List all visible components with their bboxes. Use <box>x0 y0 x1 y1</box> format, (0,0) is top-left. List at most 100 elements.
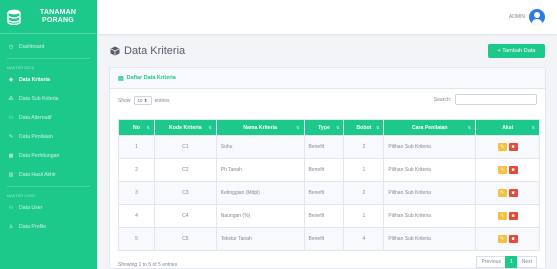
cell-aksi: ✎ ■ <box>475 181 540 205</box>
delete-button[interactable]: ■ <box>508 235 518 243</box>
dashboard-icon: ◷ <box>8 43 14 50</box>
page-title-text: Data Kriteria <box>124 45 186 57</box>
next-page-button[interactable]: Next <box>516 256 537 268</box>
column-header-type[interactable]: Type ⇅ <box>303 119 345 136</box>
edit-button[interactable]: ✎ <box>497 235 507 243</box>
cell-type: Benefit <box>303 135 345 159</box>
card-header: ▤ Daftar Data Kriteria <box>110 68 545 89</box>
page-title: Data Kriteria <box>110 45 185 57</box>
sidebar-item-data-user[interactable]: ⚇ Data User <box>0 198 97 217</box>
column-header-aksi[interactable]: Aksi ⇅ <box>475 119 540 136</box>
cell-nama: Naungan (%) <box>215 204 305 228</box>
sidebar-item-data-profile[interactable]: ♙ Data Profile <box>0 217 97 236</box>
cell-kode: C5 <box>153 227 217 251</box>
sidebar: TANAMAN PORANG ◷ Dashboard MASTER DATA ◈… <box>0 0 97 269</box>
sidebar-item-dashboard[interactable]: ◷ Dashboard <box>0 37 97 56</box>
delete-button[interactable]: ■ <box>508 189 518 197</box>
sort-icon: ⇅ <box>336 125 340 130</box>
brand[interactable]: TANAMAN PORANG <box>0 0 97 34</box>
column-header-kode[interactable]: Kode Kriteria ⇅ <box>153 119 217 136</box>
sort-icon: ⇅ <box>208 125 212 130</box>
cell-aksi: ✎ ■ <box>475 158 540 182</box>
delete-button[interactable]: ■ <box>508 212 518 220</box>
edit-button[interactable]: ✎ <box>497 143 507 151</box>
add-data-button[interactable]: + Tambah Data <box>488 44 545 58</box>
table-header-row: No ⇅ Kode Kriteria ⇅ Nama Kriteria ⇅ Type ⇅ … <box>118 119 540 136</box>
column-header-nama[interactable]: Nama Kriteria ⇅ <box>215 119 305 136</box>
cube-icon: ◈ <box>9 76 13 83</box>
edit-button[interactable]: ✎ <box>497 189 507 197</box>
sidebar-item-data-alternatif[interactable]: ⚇ Data Alternatif <box>0 108 97 127</box>
previous-page-button[interactable]: Previous <box>476 256 506 268</box>
table-info: Showing 1 to 5 of 5 entries <box>118 262 178 268</box>
sidebar-item-label: Data User <box>19 204 43 211</box>
delete-button[interactable]: ■ <box>508 166 518 174</box>
users-icon: ⚇ <box>8 114 14 121</box>
table-controls: Show 10 ⬍ entries Search: <box>110 89 545 111</box>
sort-icon: ⇅ <box>467 125 472 130</box>
edit-button[interactable]: ✎ <box>497 212 507 220</box>
sidebar-item-label: Data Penilaian <box>19 133 53 140</box>
sidebar-item-data-kriteria[interactable]: ◈ Data Kriteria <box>0 70 97 89</box>
cell-no: 3 <box>118 181 155 205</box>
sidebar-item-data-perhitungan[interactable]: ▦ Data Perhitungan <box>0 146 97 165</box>
cell-bobot: 1 <box>343 158 385 182</box>
cell-type: Benefit <box>303 227 345 251</box>
sidebar-item-label: Dashboard <box>19 43 45 50</box>
delete-button[interactable]: ■ <box>508 143 518 151</box>
cell-no: 1 <box>118 135 155 159</box>
search-input[interactable] <box>455 94 537 105</box>
entries-select[interactable]: 10 ⬍ <box>133 96 152 105</box>
trash-icon: ■ <box>511 144 515 150</box>
column-header-label: Bobot <box>356 124 372 131</box>
user-icon: ♙ <box>8 223 14 230</box>
cell-nama: Ketinggian (Mdpl) <box>215 181 305 205</box>
user-menu[interactable]: ADMIN <box>509 9 545 25</box>
cell-kode: C2 <box>153 158 217 182</box>
edit-icon: ✎ <box>499 190 505 196</box>
cell-cara: Pilihan Sub Kriteria <box>383 227 477 251</box>
cell-nama: Tekstur Tanah <box>215 227 305 251</box>
sidebar-item-label: Data Kriteria <box>19 76 50 83</box>
sidebar-item-label: Data Perhitungan <box>19 152 60 159</box>
sidebar-item-data-penilaian[interactable]: ✎ Data Penilaian <box>0 127 97 146</box>
entries-label: entries <box>154 97 170 104</box>
entries-select-value: 10 <box>137 98 143 103</box>
table-row: 1 C1 Suhu Benefit 2 Pilihan Sub Kriteria… <box>118 135 540 159</box>
cubes-icon: ⁂ <box>8 95 14 102</box>
sort-icon: ⇅ <box>376 125 380 130</box>
cell-no: 2 <box>118 158 155 182</box>
cell-bobot: 4 <box>343 227 385 251</box>
cell-aksi: ✎ ■ <box>475 204 540 228</box>
table-row: 2 C2 Ph Tanah Benefit 1 Pilihan Sub Krit… <box>118 158 540 182</box>
user-name: ADMIN <box>508 14 525 20</box>
edit-button[interactable]: ✎ <box>497 166 507 174</box>
trash-icon: ■ <box>511 190 515 196</box>
cell-aksi: ✎ ■ <box>475 227 540 251</box>
column-header-no[interactable]: No ⇅ <box>118 119 155 136</box>
pagination: Previous 1 Next <box>476 256 537 268</box>
brand-line-1: TANAMAN <box>39 8 77 16</box>
column-header-label: Aksi <box>502 124 514 131</box>
cell-aksi: ✎ ■ <box>475 135 540 159</box>
column-header-label: Type <box>318 124 330 131</box>
edit-icon: ✎ <box>499 213 505 219</box>
column-header-cara[interactable]: Cara Penilaian ⇅ <box>383 119 477 136</box>
sidebar-item-data-sub-kriteria[interactable]: ⁂ Data Sub Kriteria <box>0 89 97 108</box>
sidebar-item-data-hasil-akhir[interactable]: ▥ Data Hasil Akhir <box>0 165 97 184</box>
data-card: ▤ Daftar Data Kriteria Show 10 ⬍ entries… <box>109 67 546 269</box>
edit-icon: ✎ <box>499 167 505 173</box>
users-icon: ⚇ <box>8 204 14 211</box>
chart-icon: ▥ <box>8 171 14 178</box>
topbar: ADMIN <box>97 0 557 34</box>
sort-icon: ⇅ <box>146 125 150 130</box>
avatar[interactable] <box>529 9 545 25</box>
card-title: Daftar Data Kriteria <box>126 75 176 81</box>
database-icon <box>7 9 21 25</box>
sort-icon: ⇅ <box>531 125 535 130</box>
column-header-label: Nama Kriteria <box>243 124 277 131</box>
show-label: Show <box>118 97 131 104</box>
column-header-bobot[interactable]: Bobot ⇅ <box>343 119 385 136</box>
search-label: Search: <box>433 96 451 103</box>
cell-bobot: 2 <box>343 135 385 159</box>
